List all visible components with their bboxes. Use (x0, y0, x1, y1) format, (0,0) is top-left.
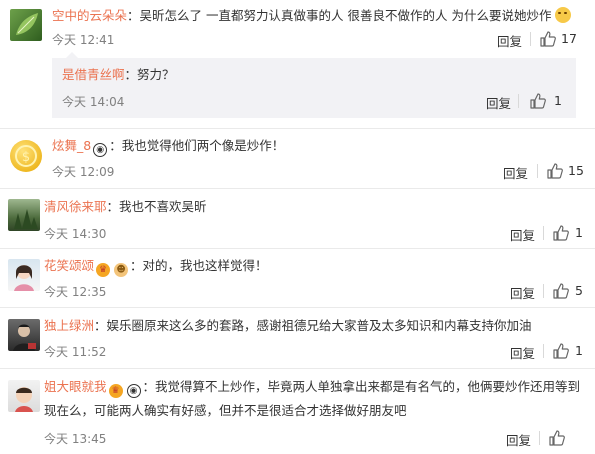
divider (543, 284, 544, 298)
thumbs-up-icon[interactable] (530, 93, 546, 109)
reply-button[interactable]: 回复 (506, 430, 531, 449)
comment-time: 今天 11:52 (44, 345, 107, 359)
divider (0, 307, 595, 308)
reply-button[interactable]: 回复 (503, 163, 528, 182)
leaf-icon (16, 13, 38, 35)
avatar[interactable]: $ (10, 140, 42, 172)
comment-username[interactable]: 独上绿洲 (44, 318, 94, 333)
comment-colon: ： (94, 318, 107, 333)
comment-colon: ： (130, 258, 143, 273)
comment-time: 今天 12:35 (44, 285, 107, 299)
comment-time: 今天 13:45 (44, 432, 107, 446)
comment-text: 我也不喜欢吴昕 (119, 199, 207, 214)
comment-username[interactable]: 空中的云朵朵 (52, 8, 127, 23)
lion-badge-icon: ☻ (114, 263, 129, 277)
coin-icon: $ (15, 145, 37, 167)
comment-username[interactable]: 炫舞_8 (52, 138, 91, 153)
person-avatar-icon (13, 324, 36, 351)
divider (539, 431, 540, 445)
comment-username[interactable]: 清风徐来耶 (44, 199, 107, 214)
comment-colon: ： (127, 8, 140, 23)
thumbs-up-icon[interactable] (547, 163, 563, 179)
comment-text: 吴昕怎么了 一直都努力认真做事的人 很善良不做作的人 为什么要说她炒作 (139, 8, 552, 23)
panda-badge-icon: ◉ (126, 384, 141, 398)
reply-button[interactable]: 回复 (510, 225, 535, 244)
thumbs-up-icon[interactable] (540, 31, 556, 47)
like-count: 1 (575, 343, 583, 358)
comment-time: 今天 14:30 (44, 227, 107, 241)
comment-colon: ： (109, 138, 122, 153)
reply-username[interactable]: 是借青丝啊 (62, 67, 125, 82)
like-count: 15 (568, 163, 584, 178)
like-count: 5 (575, 283, 583, 298)
comment-time: 今天 12:41 (52, 33, 115, 47)
nested-reply: 是借青丝啊：努力？ 今天 14:04 回复 1 (52, 58, 576, 118)
thumbs-up-icon[interactable] (553, 225, 569, 241)
divider (0, 248, 595, 249)
avatar[interactable] (8, 199, 40, 231)
svg-text:$: $ (22, 150, 30, 165)
divider (518, 94, 519, 108)
like-count: 1 (554, 93, 562, 108)
comment-text: 对的，我也这样觉得！ (142, 258, 268, 273)
divider (543, 344, 544, 358)
divider (0, 188, 595, 189)
thumbs-up-icon[interactable] (553, 343, 569, 359)
comment-username[interactable]: 姐大眼就我 (44, 379, 107, 394)
comment-text: 我也觉得他们两个像是炒作！ (121, 138, 285, 153)
reply-button[interactable]: 回复 (486, 93, 511, 112)
avatar[interactable] (8, 380, 40, 412)
reply-text: 努力？ (137, 67, 175, 82)
divider (537, 164, 538, 178)
like-count: 1 (575, 225, 583, 240)
reply-colon: ： (124, 67, 138, 82)
divider (530, 32, 531, 46)
girl-avatar-icon (14, 265, 34, 291)
forest-icon (14, 209, 38, 229)
thumbs-up-icon[interactable] (553, 283, 569, 299)
comment-colon: ： (142, 379, 156, 394)
crown-badge-icon: ♛ (108, 384, 123, 398)
avatar[interactable] (8, 319, 40, 351)
avatar[interactable] (10, 9, 42, 41)
reply-button[interactable]: 回复 (510, 283, 535, 302)
reply-button[interactable]: 回复 (510, 343, 535, 362)
comment-text-line1: 我觉得算不上炒作，毕竟两人单独拿出来都是有名气的，他俩要炒作还用等到 (155, 379, 581, 394)
comment-colon: ： (106, 199, 120, 214)
kid-avatar-icon (15, 387, 33, 412)
comment-username[interactable]: 花笑颂颂 (44, 258, 94, 273)
panda-badge-icon: ◉ (93, 143, 108, 157)
laughing-emoji-icon (555, 7, 572, 23)
comment-text-line2: 现在么，可能两人确实有好感，但并不是很适合才选择做好朋友吧 (44, 403, 407, 418)
like-count: 17 (561, 31, 577, 46)
comment-text: 娱乐圈原来这么多的套路，感谢祖德兄给大家普及太多知识和内幕支持你加油 (106, 318, 532, 333)
crown-badge-icon: ♛ (96, 263, 111, 277)
comment-time: 今天 12:09 (52, 165, 115, 179)
reply-button[interactable]: 回复 (497, 31, 522, 50)
divider (543, 226, 544, 240)
avatar[interactable] (8, 259, 40, 291)
divider (0, 128, 595, 129)
thumbs-up-icon[interactable] (549, 430, 565, 446)
reply-time: 今天 14:04 (62, 95, 125, 109)
divider (0, 368, 595, 369)
